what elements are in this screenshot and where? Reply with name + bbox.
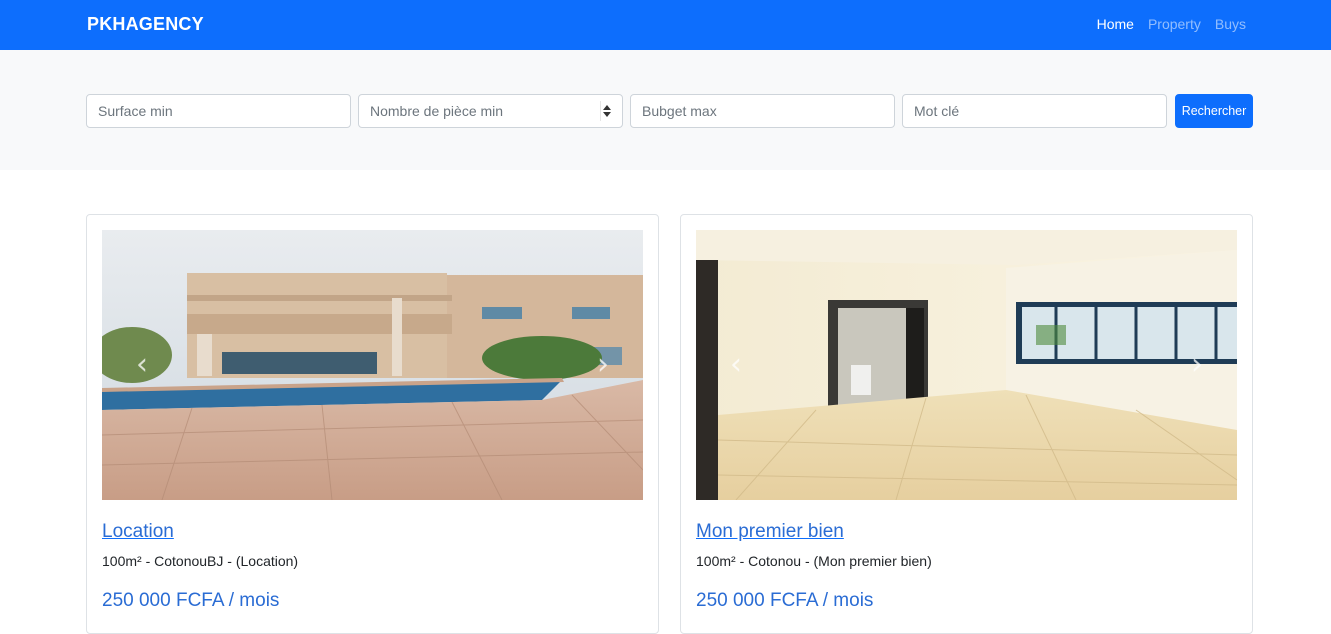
search-button[interactable]: Rechercher: [1175, 94, 1253, 128]
listing-title-link[interactable]: Mon premier bien: [696, 521, 844, 543]
spinner-down-icon[interactable]: [602, 112, 611, 117]
number-spinner[interactable]: [600, 101, 612, 121]
nav-link-property[interactable]: Property: [1148, 16, 1201, 32]
brand-logo[interactable]: PKHAGENCY: [87, 14, 204, 35]
listing-title[interactable]: Mon premier bien: [696, 521, 844, 542]
carousel-next-icon[interactable]: ›: [1187, 350, 1207, 380]
listing-meta: 100m² - Cotonou - (Mon premier bien): [696, 553, 932, 569]
listing-price: 250 000 FCFA / mois: [102, 590, 280, 611]
listing-meta: 100m² - CotonouBJ - (Location): [102, 553, 299, 569]
nav-link-buys[interactable]: Buys: [1215, 16, 1246, 32]
budget-max-input[interactable]: Bubget max: [630, 94, 895, 128]
top-navbar: PKHAGENCY Home Property Buys: [0, 0, 1331, 50]
surface-min-input[interactable]: Surface min: [86, 94, 351, 128]
empty-room-photo: [696, 230, 1237, 500]
spinner-up-icon[interactable]: [602, 105, 611, 110]
listing-price: 250 000 FCFA / mois: [696, 590, 874, 611]
listing-photo-carousel[interactable]: ‹ ›: [102, 230, 643, 500]
listing-title-link[interactable]: Location: [102, 521, 174, 543]
listing-card: ‹ › Location 100m² - CotonouBJ - (Locati…: [86, 214, 659, 634]
carousel-prev-icon[interactable]: ‹: [132, 350, 152, 380]
house-pool-photo: [102, 230, 643, 500]
keyword-input[interactable]: Mot clé: [902, 94, 1167, 128]
nav-link-home[interactable]: Home: [1097, 16, 1134, 32]
rooms-min-placeholder: Nombre de pièce min: [370, 103, 504, 119]
carousel-next-icon[interactable]: ›: [593, 350, 613, 380]
listing-card: ‹ › Mon premier bien 100m² - Cotonou - (…: [680, 214, 1253, 634]
rooms-min-input[interactable]: Nombre de pièce min: [358, 94, 623, 128]
nav-links: Home Property Buys: [1097, 16, 1246, 32]
listing-title[interactable]: Location: [102, 521, 174, 542]
search-form: Surface min Nombre de pièce min Bubget m…: [0, 50, 1331, 170]
listing-photo-carousel[interactable]: ‹ ›: [696, 230, 1237, 500]
carousel-prev-icon[interactable]: ‹: [726, 350, 746, 380]
